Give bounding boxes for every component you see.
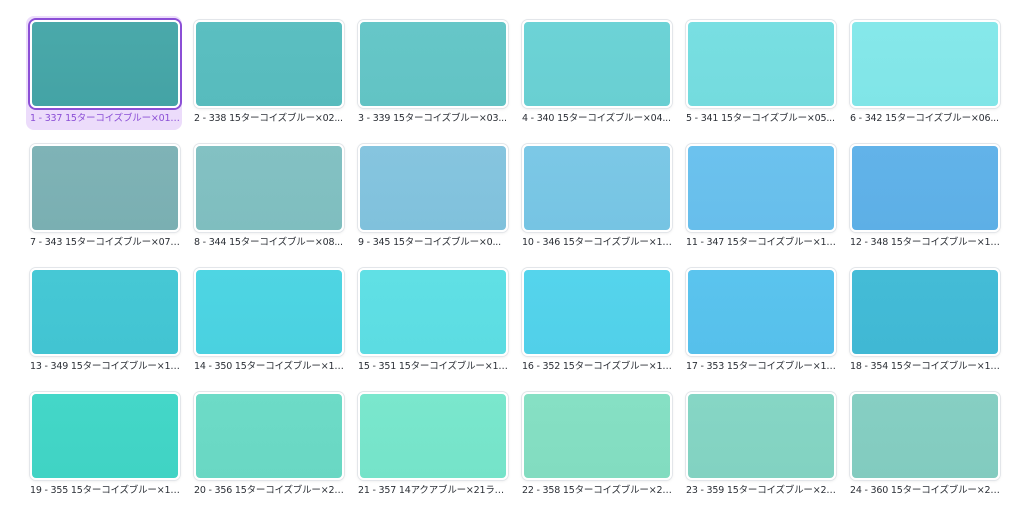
swatch-label: 15 - 351 15ターコイズブルー×15... <box>358 361 508 372</box>
swatch-thumbnail[interactable] <box>358 268 508 356</box>
swatch-thumbnail[interactable] <box>522 20 672 108</box>
swatch-label: 11 - 347 15ターコイズブルー×11... <box>686 237 836 248</box>
swatch-tile[interactable]: 5 - 341 15ターコイズブルー×05... <box>684 20 846 132</box>
swatch-thumbnail[interactable] <box>850 392 1000 480</box>
swatch-label: 18 - 354 15ターコイズブルー×18... <box>850 361 1000 372</box>
swatch-label: 21 - 357 14アクアブルー×21ライム <box>358 485 508 496</box>
swatch-tile[interactable]: 14 - 350 15ターコイズブルー×14... <box>192 268 354 380</box>
swatch-label: 24 - 360 15ターコイズブルー×24... <box>850 485 1000 496</box>
swatch-tile[interactable]: 3 - 339 15ターコイズブルー×03... <box>356 20 518 132</box>
swatch-tile[interactable]: 17 - 353 15ターコイズブルー×17... <box>684 268 846 380</box>
swatch-thumbnail[interactable] <box>686 144 836 232</box>
swatch-label: 13 - 349 15ターコイズブルー×13... <box>30 361 180 372</box>
swatch-tile[interactable]: 19 - 355 15ターコイズブルー×19... <box>28 392 190 504</box>
swatch-tile[interactable]: 7 - 343 15ターコイズブルー×07明... <box>28 144 190 256</box>
swatch-thumbnail[interactable] <box>522 392 672 480</box>
swatch-thumbnail[interactable] <box>194 392 344 480</box>
swatch-label: 7 - 343 15ターコイズブルー×07明... <box>30 237 180 248</box>
swatch-tile[interactable]: 16 - 352 15ターコイズブルー×16... <box>520 268 682 380</box>
swatch-label: 2 - 338 15ターコイズブルー×02... <box>194 113 343 124</box>
swatch-thumbnail[interactable] <box>522 144 672 232</box>
swatch-thumbnail[interactable] <box>358 144 508 232</box>
swatch-label: 4 - 340 15ターコイズブルー×04... <box>522 113 671 124</box>
swatch-tile[interactable]: 11 - 347 15ターコイズブルー×11... <box>684 144 846 256</box>
swatch-thumbnail[interactable] <box>850 20 1000 108</box>
swatch-thumbnail[interactable] <box>194 144 344 232</box>
swatch-thumbnail[interactable] <box>30 268 180 356</box>
swatch-label: 22 - 358 15ターコイズブルー×22... <box>522 485 672 496</box>
swatch-thumbnail[interactable] <box>850 144 1000 232</box>
swatch-thumbnail[interactable] <box>30 20 180 108</box>
swatch-tile[interactable]: 6 - 342 15ターコイズブルー×06... <box>848 20 1010 132</box>
swatch-thumbnail[interactable] <box>194 268 344 356</box>
swatch-label: 8 - 344 15ターコイズブルー×08... <box>194 237 343 248</box>
swatch-label: 5 - 341 15ターコイズブルー×05... <box>686 113 835 124</box>
swatch-label: 12 - 348 15ターコイズブルー×12... <box>850 237 1000 248</box>
swatch-label: 14 - 350 15ターコイズブルー×14... <box>194 361 344 372</box>
swatch-label: 23 - 359 15ターコイズブルー×23... <box>686 485 836 496</box>
swatch-label: 17 - 353 15ターコイズブルー×17... <box>686 361 836 372</box>
swatch-tile[interactable]: 24 - 360 15ターコイズブルー×24... <box>848 392 1010 504</box>
swatch-thumbnail[interactable] <box>30 144 180 232</box>
swatch-label: 9 - 345 15ターコイズブルー×0... <box>358 237 501 248</box>
swatch-thumbnail[interactable] <box>30 392 180 480</box>
swatch-tile[interactable]: 21 - 357 14アクアブルー×21ライム <box>356 392 518 504</box>
swatch-tile[interactable]: 8 - 344 15ターコイズブルー×08... <box>192 144 354 256</box>
swatch-thumbnail[interactable] <box>686 392 836 480</box>
swatch-label: 16 - 352 15ターコイズブルー×16... <box>522 361 672 372</box>
swatch-tile[interactable]: 12 - 348 15ターコイズブルー×12... <box>848 144 1010 256</box>
swatch-tile[interactable]: 4 - 340 15ターコイズブルー×04... <box>520 20 682 132</box>
swatch-thumbnail[interactable] <box>358 392 508 480</box>
swatch-grid: 1 - 337 15ターコイズブルー×01ブ... 2 - 338 15ターコイズ… <box>0 0 1024 510</box>
swatch-tile[interactable]: 13 - 349 15ターコイズブルー×13... <box>28 268 190 380</box>
swatch-tile[interactable]: 15 - 351 15ターコイズブルー×15... <box>356 268 518 380</box>
swatch-label: 10 - 346 15ターコイズブルー×10... <box>522 237 672 248</box>
swatch-tile[interactable]: 22 - 358 15ターコイズブルー×22... <box>520 392 682 504</box>
swatch-label: 20 - 356 15ターコイズブルー×20... <box>194 485 344 496</box>
swatch-thumbnail[interactable] <box>358 20 508 108</box>
swatch-tile[interactable]: 20 - 356 15ターコイズブルー×20... <box>192 392 354 504</box>
swatch-tile[interactable]: 23 - 359 15ターコイズブルー×23... <box>684 392 846 504</box>
swatch-thumbnail[interactable] <box>522 268 672 356</box>
swatch-tile[interactable]: 1 - 337 15ターコイズブルー×01ブ... <box>26 16 190 132</box>
swatch-tile[interactable]: 9 - 345 15ターコイズブルー×0... <box>356 144 518 256</box>
swatch-thumbnail[interactable] <box>850 268 1000 356</box>
swatch-thumbnail[interactable] <box>686 268 836 356</box>
swatch-tile[interactable]: 2 - 338 15ターコイズブルー×02... <box>192 20 354 132</box>
swatch-label: 3 - 339 15ターコイズブルー×03... <box>358 113 507 124</box>
swatch-tile[interactable]: 10 - 346 15ターコイズブルー×10... <box>520 144 682 256</box>
swatch-thumbnail[interactable] <box>686 20 836 108</box>
swatch-tile[interactable]: 18 - 354 15ターコイズブルー×18... <box>848 268 1010 380</box>
swatch-thumbnail[interactable] <box>194 20 344 108</box>
swatch-label: 6 - 342 15ターコイズブルー×06... <box>850 113 999 124</box>
swatch-label: 1 - 337 15ターコイズブルー×01ブ... <box>30 113 180 124</box>
swatch-label: 19 - 355 15ターコイズブルー×19... <box>30 485 180 496</box>
